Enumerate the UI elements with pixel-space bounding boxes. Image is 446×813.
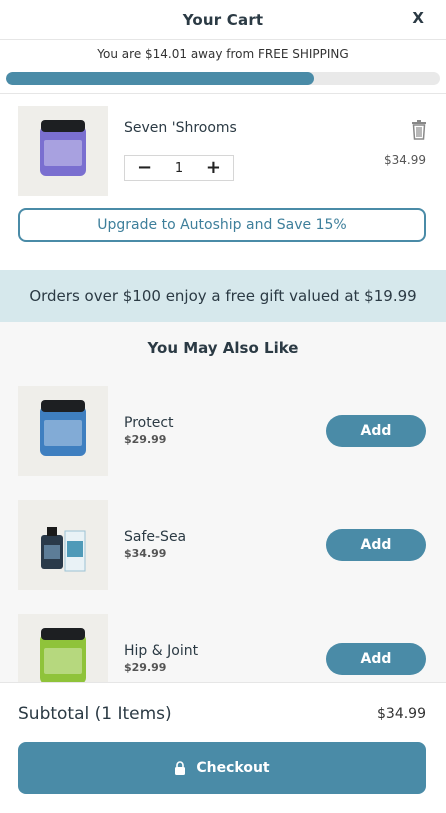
product-image[interactable] bbox=[18, 386, 108, 476]
cart-item-image bbox=[18, 106, 108, 196]
trash-icon[interactable] bbox=[411, 120, 427, 140]
cart-item-name[interactable]: Seven 'Shrooms bbox=[124, 120, 237, 136]
increase-quantity-button[interactable]: + bbox=[206, 159, 221, 177]
free-shipping-progress-fill bbox=[6, 72, 315, 85]
autoship-upgrade-button[interactable]: Upgrade to Autoship and Save 15% bbox=[18, 208, 426, 242]
product-name[interactable]: Safe-Sea bbox=[124, 529, 186, 545]
subtotal-value: $34.99 bbox=[377, 706, 426, 722]
checkout-label: Checkout bbox=[196, 760, 270, 776]
product-price: $29.99 bbox=[124, 661, 167, 674]
lock-icon bbox=[175, 761, 186, 775]
quantity-stepper: − 1 + bbox=[124, 155, 234, 181]
product-price: $29.99 bbox=[124, 433, 167, 446]
free-shipping-progress-bar bbox=[6, 72, 440, 85]
product-jar-icon bbox=[40, 400, 86, 456]
add-to-cart-button[interactable]: Add bbox=[326, 415, 426, 447]
recommendations-title: You May Also Like bbox=[147, 339, 299, 357]
product-image[interactable] bbox=[18, 500, 108, 590]
decrease-quantity-button[interactable]: − bbox=[137, 159, 152, 177]
cart-header: Your Cart X bbox=[0, 0, 446, 40]
cart-item-price: $34.99 bbox=[384, 153, 426, 167]
product-bottle-icon bbox=[41, 527, 86, 572]
product-name[interactable]: Protect bbox=[124, 415, 174, 431]
quantity-value[interactable]: 1 bbox=[175, 161, 183, 176]
free-shipping-message: You are $14.01 away from FREE SHIPPING bbox=[97, 47, 349, 61]
product-jar-icon bbox=[40, 120, 86, 176]
subtotal-label: Subtotal (1 Items) bbox=[18, 704, 172, 724]
recommendations-section: You May Also Like Protect $29.99 Add Saf… bbox=[0, 322, 446, 682]
close-button[interactable]: X bbox=[412, 9, 424, 27]
cart-title: Your Cart bbox=[182, 10, 264, 29]
add-to-cart-button[interactable]: Add bbox=[326, 643, 426, 675]
checkout-button[interactable]: Checkout bbox=[18, 742, 426, 794]
product-image[interactable] bbox=[18, 614, 108, 682]
product-jar-icon bbox=[40, 628, 86, 682]
cart-footer: Subtotal (1 Items) $34.99 Checkout bbox=[0, 682, 446, 813]
product-name[interactable]: Hip & Joint bbox=[124, 643, 198, 659]
divider bbox=[0, 93, 446, 94]
add-to-cart-button[interactable]: Add bbox=[326, 529, 426, 561]
free-gift-banner: Orders over $100 enjoy a free gift value… bbox=[0, 270, 446, 322]
product-price: $34.99 bbox=[124, 547, 167, 560]
